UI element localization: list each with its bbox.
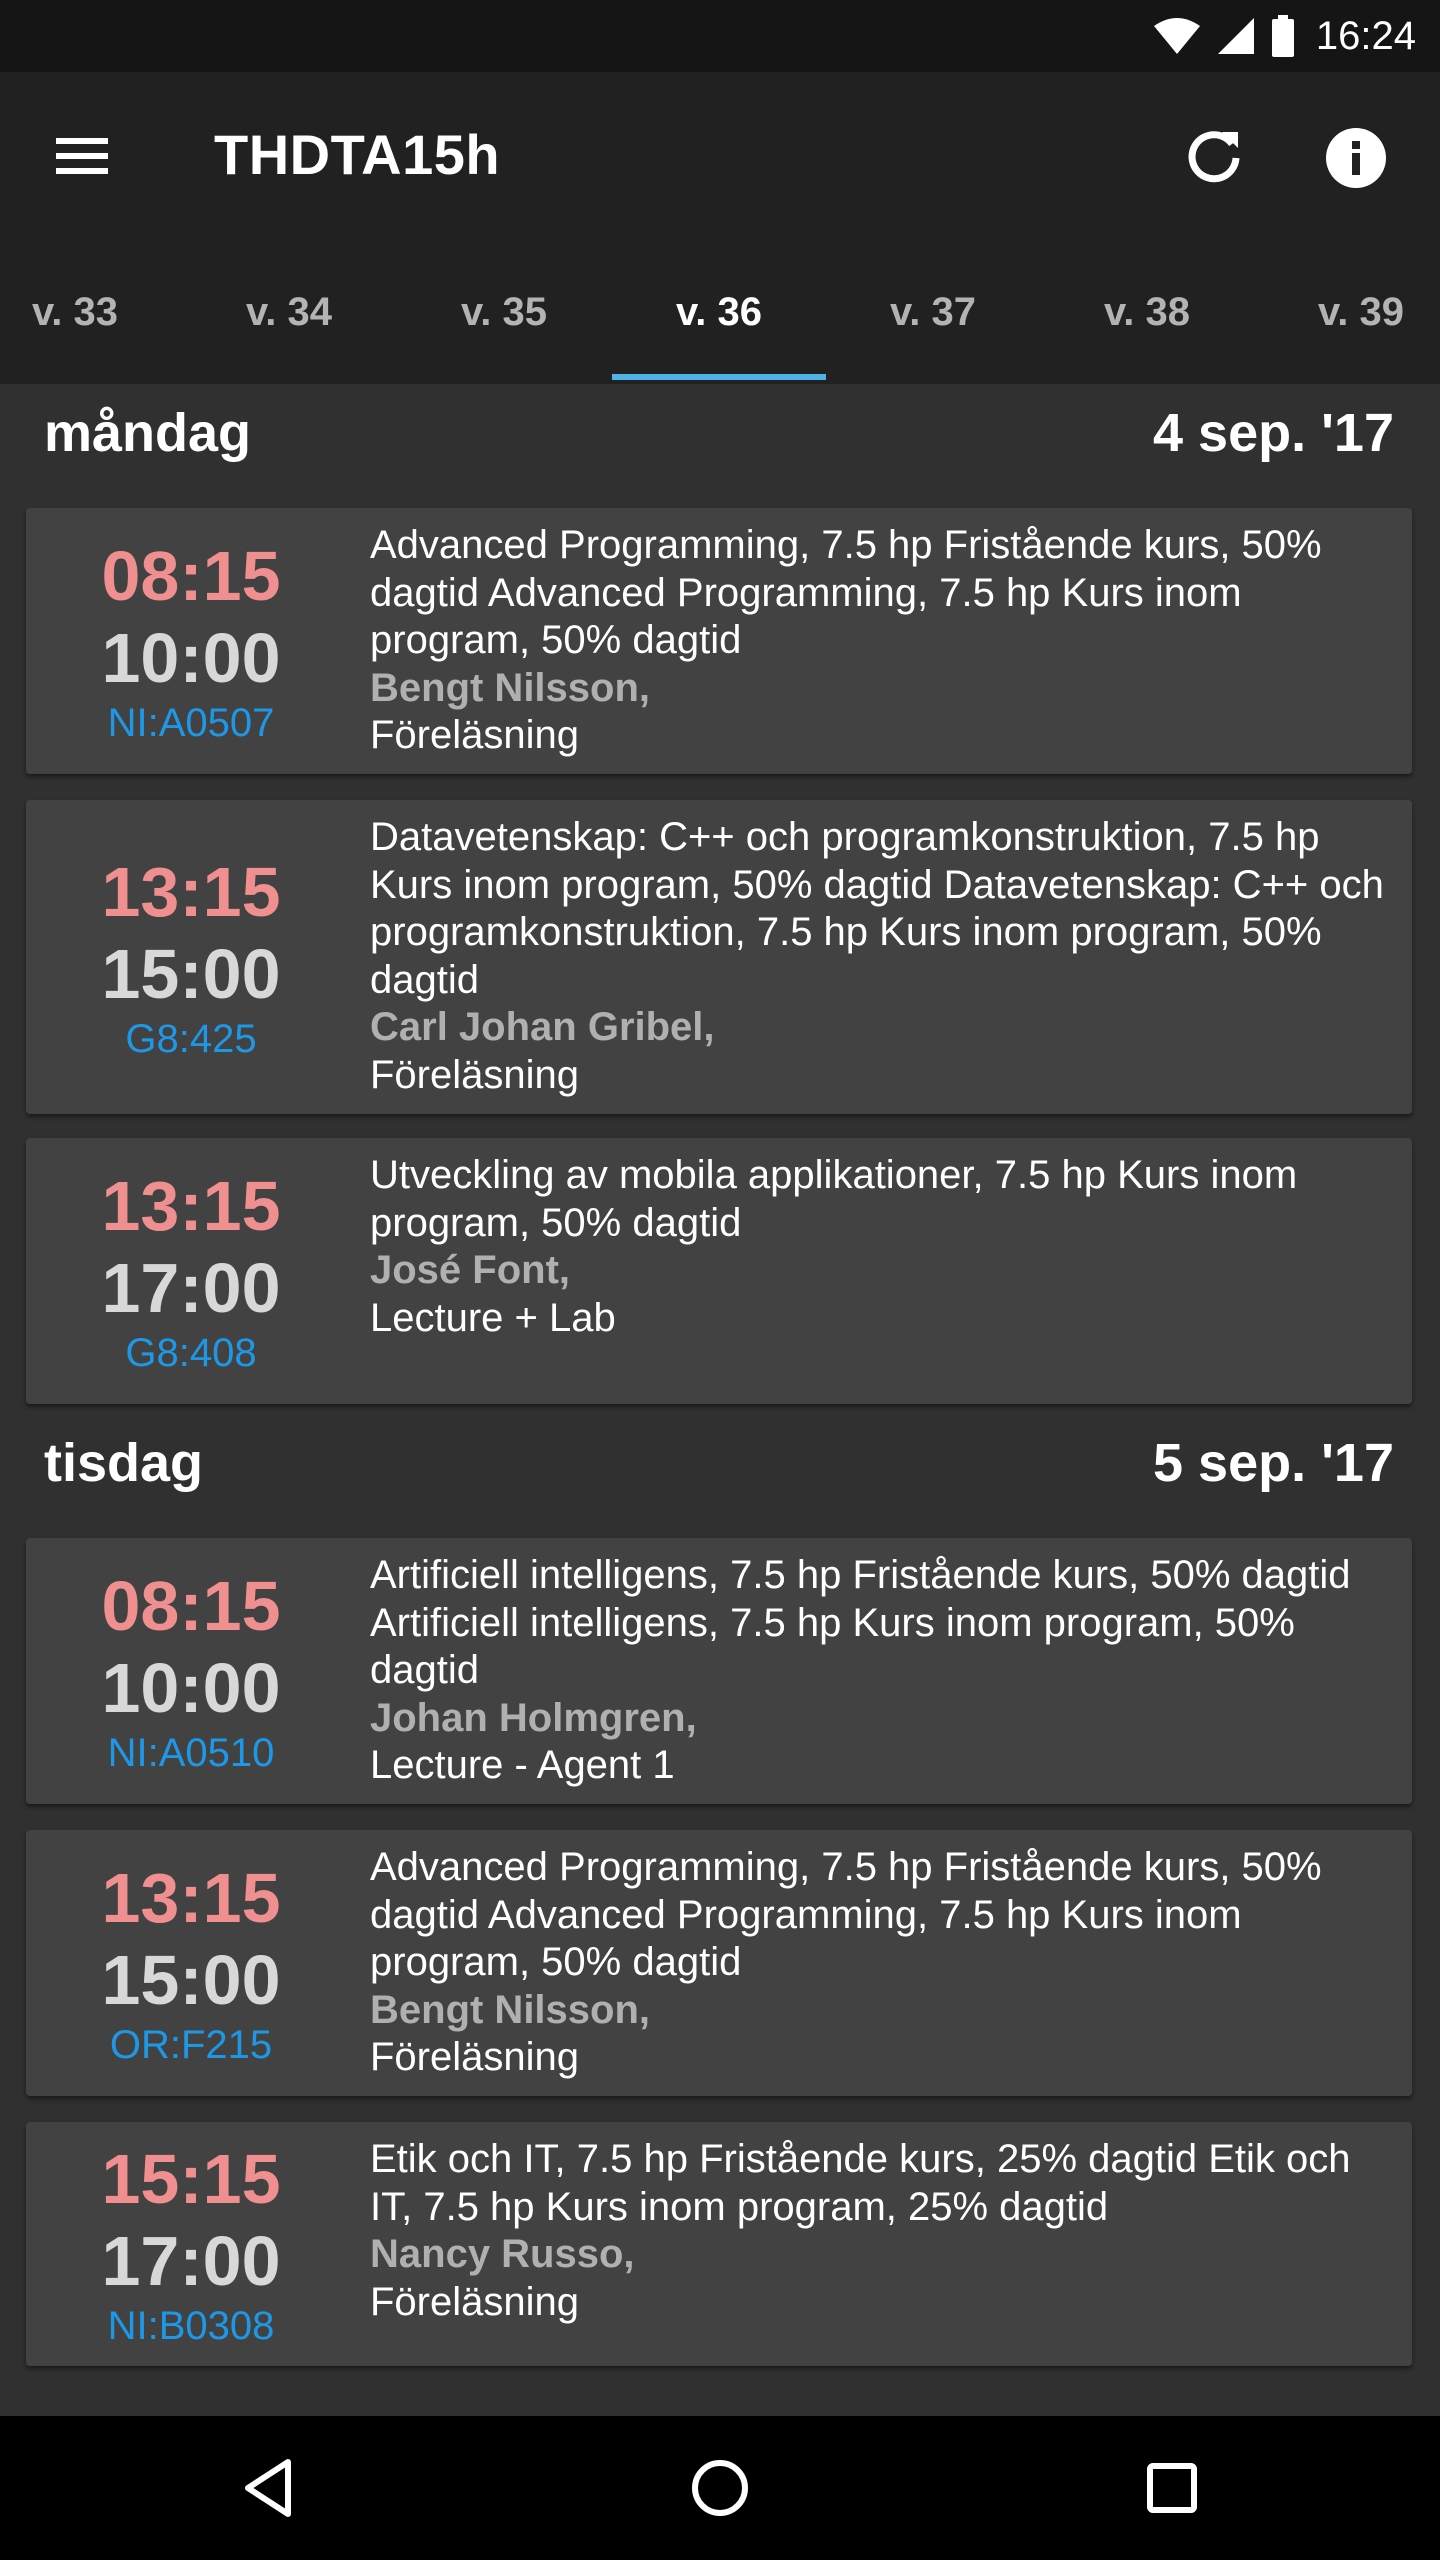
event-card[interactable]: 13:15 15:00 OR:F215 Advanced Programming…	[26, 1830, 1412, 2096]
end-time: 10:00	[101, 619, 281, 697]
tab-week-34[interactable]: v. 34	[182, 240, 396, 384]
end-time: 17:00	[101, 1249, 281, 1327]
start-time: 13:15	[101, 1859, 281, 1937]
room-label: NI:A0510	[107, 1731, 275, 1775]
event-card[interactable]: 13:15 17:00 G8:408 Utveckling av mobila …	[26, 1138, 1412, 1404]
course-name: Etik och IT, 7.5 hp Fristående kurs, 25%…	[370, 2137, 1351, 2229]
tab-week-33[interactable]: v. 33	[0, 240, 182, 384]
end-time: 15:00	[101, 935, 281, 1013]
start-time: 13:15	[101, 853, 281, 931]
room-label: OR:F215	[109, 2023, 273, 2067]
event-info: Datavetenskap: C++ och programkonstrukti…	[370, 814, 1394, 1099]
tab-week-38[interactable]: v. 38	[1040, 240, 1254, 384]
tab-week-37[interactable]: v. 37	[826, 240, 1040, 384]
teacher-name: Bengt Nilsson,	[370, 665, 651, 710]
event-times: 15:15 17:00 NI:B0308	[26, 2122, 356, 2366]
schedule-list[interactable]: måndag 4 sep. '17 08:15 10:00 NI:A0507 A…	[0, 384, 1440, 2416]
event-card[interactable]: 13:15 15:00 G8:425 Datavetenskap: C++ oc…	[26, 800, 1412, 1114]
day-name: måndag	[44, 403, 252, 463]
app-bar: THDTA15h	[0, 72, 1440, 240]
event-info: Utveckling av mobila applikationer, 7.5 …	[370, 1152, 1394, 1342]
event-info: Etik och IT, 7.5 hp Fristående kurs, 25%…	[370, 2136, 1394, 2326]
wifi-icon	[1152, 16, 1202, 56]
cell-signal-icon	[1216, 16, 1256, 56]
course-name: Datavetenskap: C++ och programkonstrukti…	[370, 815, 1384, 1002]
course-name: Utveckling av mobila applikationer, 7.5 …	[370, 1153, 1298, 1245]
app-title: THDTA15h	[214, 123, 501, 186]
event-type: Föreläsning	[370, 713, 580, 757]
end-time: 17:00	[101, 2222, 281, 2300]
event-times: 13:15 15:00 OR:F215	[26, 1830, 356, 2096]
tab-week-39[interactable]: v. 39	[1254, 240, 1440, 384]
start-time: 13:15	[101, 1167, 281, 1245]
event-type: Lecture - Agent 1	[370, 1743, 675, 1787]
event-card[interactable]: 08:15 10:00 NI:A0510 Artificiell intelli…	[26, 1538, 1412, 1804]
recents-icon[interactable]	[1136, 2452, 1208, 2524]
day-header: tisdag 5 sep. '17	[0, 1414, 1440, 1504]
room-label: G8:408	[125, 1331, 257, 1375]
status-time: 16:24	[1315, 13, 1416, 58]
event-type: Föreläsning	[370, 2035, 580, 2079]
day-header: måndag 4 sep. '17	[0, 384, 1440, 474]
room-label: G8:425	[125, 1017, 257, 1061]
event-info: Advanced Programming, 7.5 hp Fristående …	[370, 522, 1394, 760]
home-icon[interactable]	[684, 2452, 756, 2524]
tab-week-36[interactable]: v. 36	[612, 240, 826, 384]
event-info: Artificiell intelligens, 7.5 hp Friståen…	[370, 1552, 1394, 1790]
tab-indicator	[612, 374, 826, 380]
start-time: 08:15	[101, 1567, 281, 1645]
room-label: NI:B0308	[107, 2304, 275, 2348]
event-times: 13:15 17:00 G8:408	[26, 1138, 356, 1404]
event-times: 08:15 10:00 NI:A0510	[26, 1538, 356, 1804]
event-card[interactable]: 08:15 10:00 NI:A0507 Advanced Programmin…	[26, 508, 1412, 774]
day-name: tisdag	[44, 1433, 204, 1493]
course-name: Artificiell intelligens, 7.5 hp Friståen…	[370, 1553, 1351, 1692]
day-date: 5 sep. '17	[1153, 1433, 1394, 1493]
back-icon[interactable]	[234, 2452, 306, 2524]
room-label: NI:A0507	[107, 701, 275, 745]
start-time: 08:15	[101, 537, 281, 615]
end-time: 15:00	[101, 1941, 281, 2019]
day-date: 4 sep. '17	[1153, 403, 1394, 463]
event-type: Föreläsning	[370, 1052, 580, 1097]
end-time: 10:00	[101, 1649, 281, 1727]
event-times: 13:15 15:00 G8:425	[26, 800, 356, 1114]
info-icon[interactable]	[1322, 124, 1390, 192]
event-type: Lecture + Lab	[370, 1295, 616, 1340]
teacher-name: José Font,	[370, 1248, 571, 1292]
teacher-name: Nancy Russo,	[370, 2232, 635, 2276]
start-time: 15:15	[101, 2140, 281, 2218]
tab-week-35[interactable]: v. 35	[397, 240, 611, 384]
event-card[interactable]: 15:15 17:00 NI:B0308 Etik och IT, 7.5 hp…	[26, 2122, 1412, 2366]
course-name: Advanced Programming, 7.5 hp Fristående …	[370, 1845, 1322, 1984]
battery-icon	[1270, 15, 1296, 57]
teacher-name: Carl Johan Gribel,	[370, 1005, 715, 1049]
status-bar: 16:24	[0, 0, 1440, 72]
event-type: Föreläsning	[370, 2279, 580, 2324]
event-times: 08:15 10:00 NI:A0507	[26, 508, 356, 774]
teacher-name: Johan Holmgren,	[370, 1695, 697, 1740]
event-info: Advanced Programming, 7.5 hp Fristående …	[370, 1844, 1394, 2082]
navigation-bar	[0, 2416, 1440, 2560]
course-name: Advanced Programming, 7.5 hp Fristående …	[370, 523, 1322, 662]
refresh-icon[interactable]	[1182, 124, 1246, 188]
menu-icon[interactable]	[52, 132, 112, 180]
teacher-name: Bengt Nilsson,	[370, 1987, 651, 2032]
week-tabs: v. 33 v. 34 v. 35 v. 36 v. 37 v. 38 v. 3…	[0, 240, 1440, 384]
